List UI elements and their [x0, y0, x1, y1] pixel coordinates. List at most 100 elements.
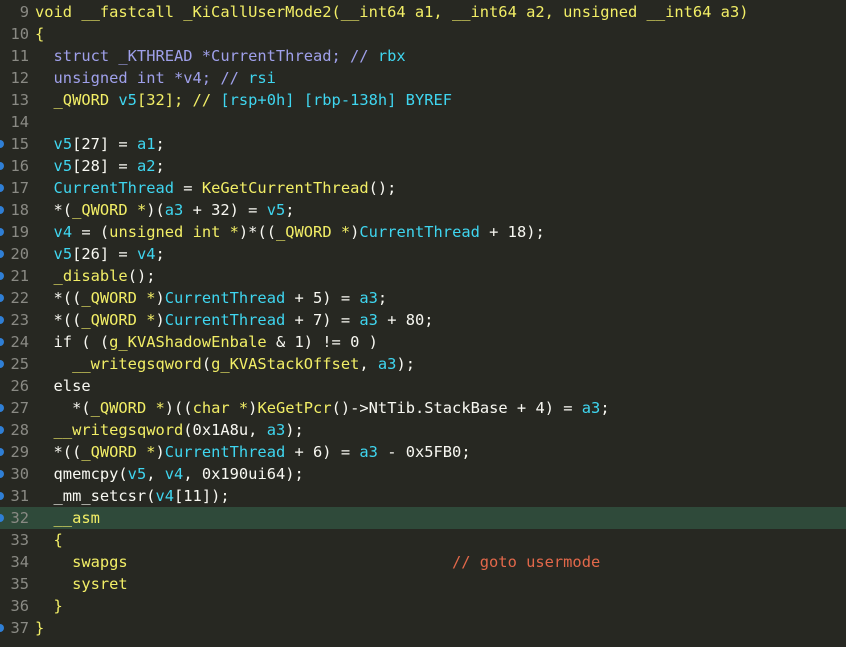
code-token: + 6) =	[285, 443, 360, 461]
code-line[interactable]: 17 CurrentThread = KeGetCurrentThread();	[0, 177, 846, 199]
code-text: {	[35, 529, 63, 551]
line-number: 29	[10, 443, 29, 461]
code-line[interactable]: 32 __asm	[0, 507, 846, 529]
code-token: __writegsqword	[53, 421, 184, 439]
code-text: _mm_setcsr(v4[11]);	[35, 485, 230, 507]
code-text: *((_QWORD *)CurrentThread + 7) = a3 + 80…	[35, 309, 434, 331]
code-token: CurrentThread	[164, 443, 286, 461]
code-text: *((_QWORD *)CurrentThread + 5) = a3;	[35, 287, 388, 309]
code-line[interactable]: 27 *(_QWORD *)((char *)KeGetPcr()->NtTib…	[0, 397, 846, 419]
code-token: )	[155, 289, 165, 307]
code-token: [26] =	[72, 245, 137, 263]
line-number: 37	[10, 619, 29, 637]
code-line[interactable]: 22 *((_QWORD *)CurrentThread + 5) = a3;	[0, 287, 846, 309]
code-token: [27] =	[72, 135, 137, 153]
code-token: v5	[118, 91, 137, 109]
code-text: unsigned int *v4; // rsi	[35, 67, 276, 89]
code-line[interactable]: 19 v4 = (unsigned int *)*((_QWORD *)Curr…	[0, 221, 846, 243]
code-token: struct _KTHREAD *CurrentThread; //	[35, 47, 378, 65]
code-token: ;	[155, 245, 165, 263]
code-token: else	[35, 377, 91, 395]
code-line[interactable]: 35 sysret	[0, 573, 846, 595]
code-line[interactable]: 25 __writegsqword(g_KVAStackOffset, a3);	[0, 353, 846, 375]
code-token: ;	[155, 157, 165, 175]
code-token: KeGetCurrentThread	[201, 179, 369, 197]
code-line[interactable]: 34 swapgs // goto usermode	[0, 551, 846, 573]
code-line[interactable]: 30 qmemcpy(v5, v4, 0x190ui64);	[0, 463, 846, 485]
code-line[interactable]: 13 _QWORD v5[32]; // [rsp+0h] [rbp-138h]…	[0, 89, 846, 111]
code-token: if ( (	[35, 333, 110, 351]
line-number: 9	[19, 3, 29, 21]
code-token: v4	[155, 487, 175, 505]
code-line[interactable]: 28 __writegsqword(0x1A8u, a3);	[0, 419, 846, 441]
code-text: {	[35, 23, 44, 45]
code-token: )	[155, 443, 165, 461]
code-text: struct _KTHREAD *CurrentThread; // rbx	[35, 45, 406, 67]
code-token: , 0x190ui64);	[183, 465, 304, 483]
code-text: *(_QWORD *)((char *)KeGetPcr()->NtTib.St…	[35, 397, 610, 419]
code-line[interactable]: 26 else	[0, 375, 846, 397]
line-number: 20	[10, 245, 29, 263]
line-number: 28	[10, 421, 29, 439]
code-token: a3	[359, 443, 378, 461]
code-token: _QWORD *	[81, 311, 156, 329]
line-number: 33	[10, 531, 29, 549]
code-line[interactable]: 12 unsigned int *v4; // rsi	[0, 67, 846, 89]
code-line[interactable]: 15 v5[27] = a1;	[0, 133, 846, 155]
code-token: v4	[53, 223, 73, 241]
code-text: _QWORD v5[32]; // [rsp+0h] [rbp-138h] BY…	[35, 89, 452, 111]
code-line[interactable]: 23 *((_QWORD *)CurrentThread + 7) = a3 +…	[0, 309, 846, 331]
code-line[interactable]: 11 struct _KTHREAD *CurrentThread; // rb…	[0, 45, 846, 67]
code-token: CurrentThread	[164, 311, 286, 329]
code-token: CurrentThread	[359, 223, 480, 241]
code-token: }	[35, 619, 45, 637]
code-line[interactable]: 14	[0, 111, 846, 133]
code-line[interactable]: 36 }	[0, 595, 846, 617]
line-number: 30	[10, 465, 29, 483]
code-line[interactable]: 16 v5[28] = a2;	[0, 155, 846, 177]
code-line[interactable]: 31 _mm_setcsr(v4[11]);	[0, 485, 846, 507]
line-number: 23	[10, 311, 29, 329]
code-token: sysret	[35, 575, 128, 593]
code-line[interactable]: 24 if ( (g_KVAShadowEnbale & 1) != 0 )	[0, 331, 846, 353]
code-line[interactable]: 20 v5[26] = v4;	[0, 243, 846, 265]
code-token: void __fastcall _KiCallUserMode2(__int64…	[35, 3, 749, 21]
line-number: 11	[10, 47, 29, 65]
code-token: *((	[35, 443, 82, 461]
code-line[interactable]: 10 {	[0, 23, 846, 45]
code-text: _disable();	[35, 265, 156, 287]
code-token: ;	[285, 201, 295, 219]
code-editor[interactable]: 9 void __fastcall _KiCallUserMode2(__int6…	[0, 0, 846, 647]
line-number: 26	[10, 377, 29, 395]
code-text: v5[28] = a2;	[35, 155, 165, 177]
code-token: a2	[136, 157, 156, 175]
line-number: 13	[10, 91, 29, 109]
code-token: unsigned int *	[109, 223, 239, 241]
code-line[interactable]: 29 *((_QWORD *)CurrentThread + 6) = a3 -…	[0, 441, 846, 463]
code-token: a3	[164, 201, 184, 219]
code-line[interactable]: 37}	[0, 617, 846, 639]
code-token: ;	[600, 399, 610, 417]
code-line[interactable]: 9 void __fastcall _KiCallUserMode2(__int6…	[0, 1, 846, 23]
code-token: (0x1A8u,	[183, 421, 267, 439]
code-line[interactable]: 33 {	[0, 529, 846, 551]
code-token: );	[285, 421, 304, 439]
code-line[interactable]: 21 _disable();	[0, 265, 846, 287]
code-token: + 5) =	[285, 289, 360, 307]
code-text: *(_QWORD *)(a3 + 32) = v5;	[35, 199, 295, 221]
code-token: _QWORD *	[81, 289, 156, 307]
code-token: );	[396, 355, 415, 373]
line-number: 31	[10, 487, 29, 505]
code-line[interactable]: 18 *(_QWORD *)(a3 + 32) = v5;	[0, 199, 846, 221]
code-token: a3	[377, 355, 397, 373]
line-number: 34	[10, 553, 29, 571]
code-token: [28] =	[72, 157, 137, 175]
code-token: v4	[136, 245, 156, 263]
